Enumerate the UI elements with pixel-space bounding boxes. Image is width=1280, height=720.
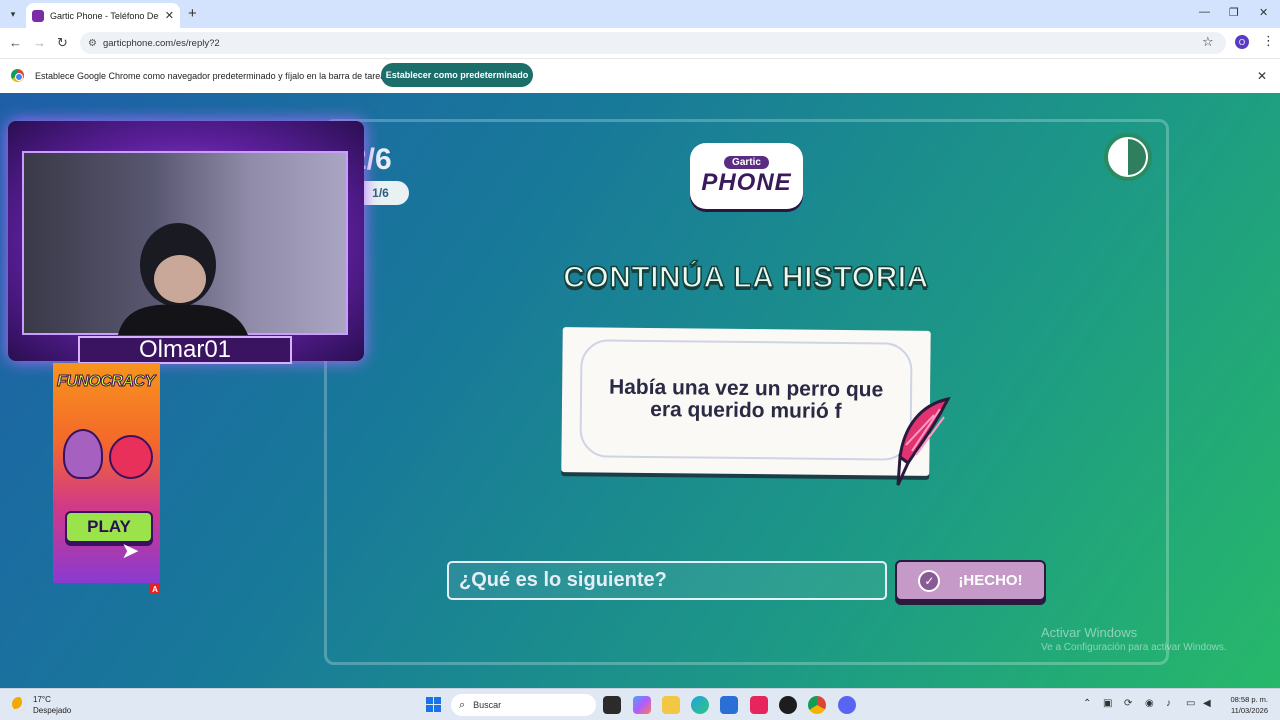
menu-kebab-icon[interactable]: ⋮ [1262,33,1275,49]
ad-title: FUNOCRACY [57,373,156,391]
window-close-icon[interactable]: ✕ [1259,6,1268,19]
taskbar-clock[interactable]: 08:58 p. m. 11/03/2026 [1222,694,1268,716]
logo-top-text: Gartic [724,155,769,169]
ad-badge[interactable]: A [150,584,160,594]
file-explorer-icon[interactable] [662,696,680,714]
quill-icon [896,396,951,486]
ad-play-button[interactable]: PLAY [65,511,153,543]
default-browser-infobar: Establece Google Chrome como navegador p… [0,58,1280,93]
address-toolbar: ← → ↻ ⚙ garticphone.com/es/reply?2 ☆ O ⋮ [0,28,1280,58]
moon-weather-icon[interactable] [12,697,26,711]
story-text: Había una vez un perro que era querido m… [608,375,884,424]
tray-sync-icon[interactable]: ⟳ [1124,698,1132,709]
logo-bottom-text: PHONE [701,168,792,196]
restore-icon[interactable]: ❐ [1229,6,1239,19]
done-button[interactable]: ✓ ¡HECHO! [895,560,1046,601]
check-icon: ✓ [918,569,941,592]
streamer-silhouette [118,223,248,335]
page-title: CONTINÚA LA HISTORIA [562,260,929,295]
taskbar-search[interactable]: ⌕ Buscar [451,694,596,716]
tab-close-icon[interactable]: ✕ [165,9,174,22]
taskbar-search-label: Buscar [473,700,502,710]
weather-description: Despejado [33,706,72,715]
tab-strip: ▾ Gartic Phone - Teléfono Descon ✕ + — ❐… [0,0,1280,28]
set-default-button[interactable]: Establecer como predeterminado [381,63,533,87]
tiktok-icon[interactable] [750,696,768,714]
discord-icon[interactable] [838,696,856,714]
store-icon[interactable] [720,696,738,714]
game-area: 2/6 1/6 Gartic PHONE CONTINÚA LA HISTORI… [0,93,1280,688]
profile-avatar[interactable]: O [1235,35,1249,49]
activate-subtitle: Ve a Configuración para activar Windows. [1041,642,1227,653]
ad-character-icon [63,429,103,479]
windows-taskbar: 17°C Despejado ⌕ Buscar ⌃ ▣ ⟳ ◉ ♪ ▭ ◀ 08… [0,688,1280,720]
story-card: Había una vez un perro que era querido m… [561,327,931,476]
reload-icon[interactable]: ↻ [57,35,68,51]
tray-expand-icon[interactable]: ⌃ [1083,698,1091,709]
edge-icon[interactable] [691,696,709,714]
tab-search-dropdown-icon[interactable]: ▾ [4,5,22,23]
new-tab-icon[interactable]: + [188,5,197,22]
clock-date: 11/03/2026 [1231,706,1268,715]
obs-icon[interactable] [779,696,797,714]
story-card-inner: Había una vez un perro que era querido m… [579,339,913,461]
timer-icon [1104,133,1152,181]
ad-emoji-icon [109,435,153,479]
back-icon[interactable]: ← [9,35,22,50]
forward-icon[interactable]: → [33,35,46,50]
chrome-logo-icon [11,69,24,82]
gartic-favicon-icon [32,9,44,22]
microphone-icon[interactable]: ♪ [1166,698,1171,709]
task-view-icon[interactable] [603,696,621,714]
cursor-icon: ➤ [121,538,140,563]
copilot-icon[interactable] [633,696,651,714]
done-button-label: ¡HECHO! [958,572,1023,589]
activate-title: Activar Windows [1041,625,1138,640]
tray-app-icon[interactable]: ▣ [1103,698,1112,709]
infobar-close-icon[interactable]: ✕ [1257,69,1267,83]
tray-record-icon[interactable]: ◉ [1145,698,1154,709]
tab-title: Gartic Phone - Teléfono Descon [50,10,159,21]
minimize-icon[interactable]: — [1199,6,1210,18]
chrome-taskbar-icon[interactable] [808,696,826,714]
start-windows-icon[interactable] [426,697,441,712]
streamer-name: Olmar01 [78,336,292,364]
tab-gartic-phone[interactable]: Gartic Phone - Teléfono Descon ✕ [26,3,180,28]
bookmark-star-icon[interactable]: ☆ [1202,34,1214,50]
gartic-phone-logo: Gartic PHONE [690,143,803,209]
url-text: garticphone.com/es/reply?2 [102,37,220,49]
site-info-icon[interactable]: ⚙ [88,38,97,49]
network-icon[interactable]: ▭ [1186,698,1195,709]
infobar-message: Establece Google Chrome como navegador p… [35,71,390,81]
volume-icon[interactable]: ◀ [1203,698,1211,709]
story-answer-input[interactable] [447,561,887,600]
omnibox[interactable]: ⚙ garticphone.com/es/reply?2 [80,32,1226,54]
clock-time: 08:58 p. m. [1230,695,1268,704]
weather-temperature: 17°C [33,695,51,704]
search-icon: ⌕ [459,698,466,711]
windows-activation-watermark: Activar Windows Ve a Configuración para … [1041,625,1227,653]
funocracy-ad[interactable]: FUNOCRACY PLAY ➤ [53,363,160,583]
